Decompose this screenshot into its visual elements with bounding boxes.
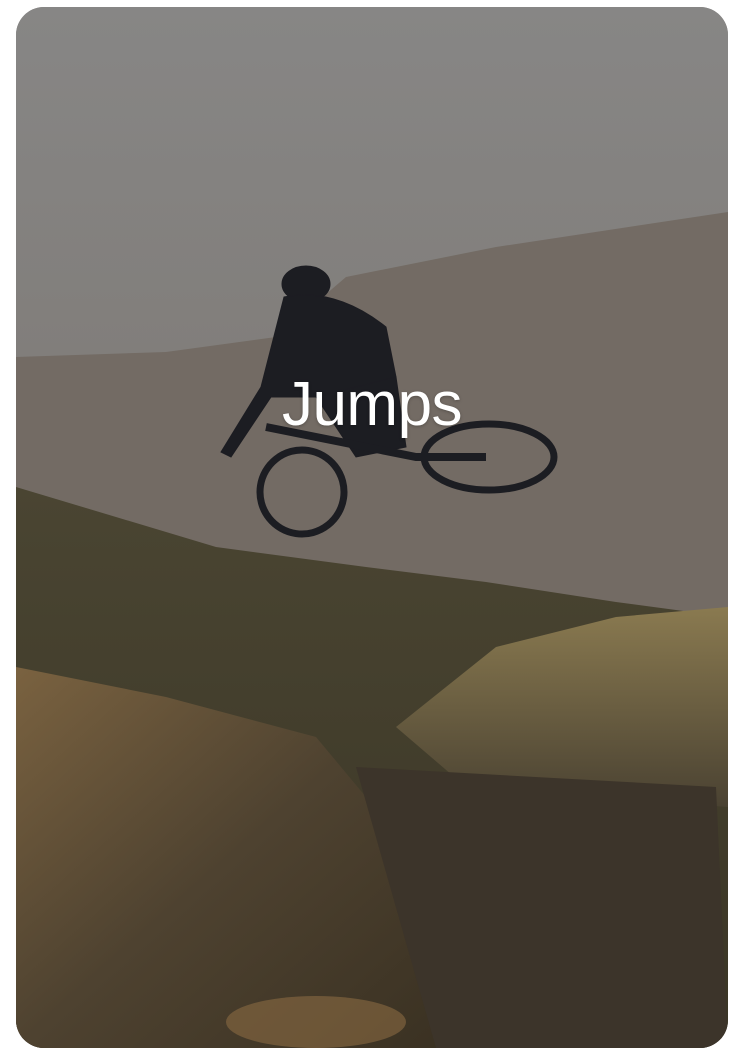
category-card-jumps[interactable]: Jumps	[16, 7, 728, 1048]
mountain-bike-jump-photo	[16, 7, 728, 1048]
card-title: Jumps	[281, 370, 463, 439]
